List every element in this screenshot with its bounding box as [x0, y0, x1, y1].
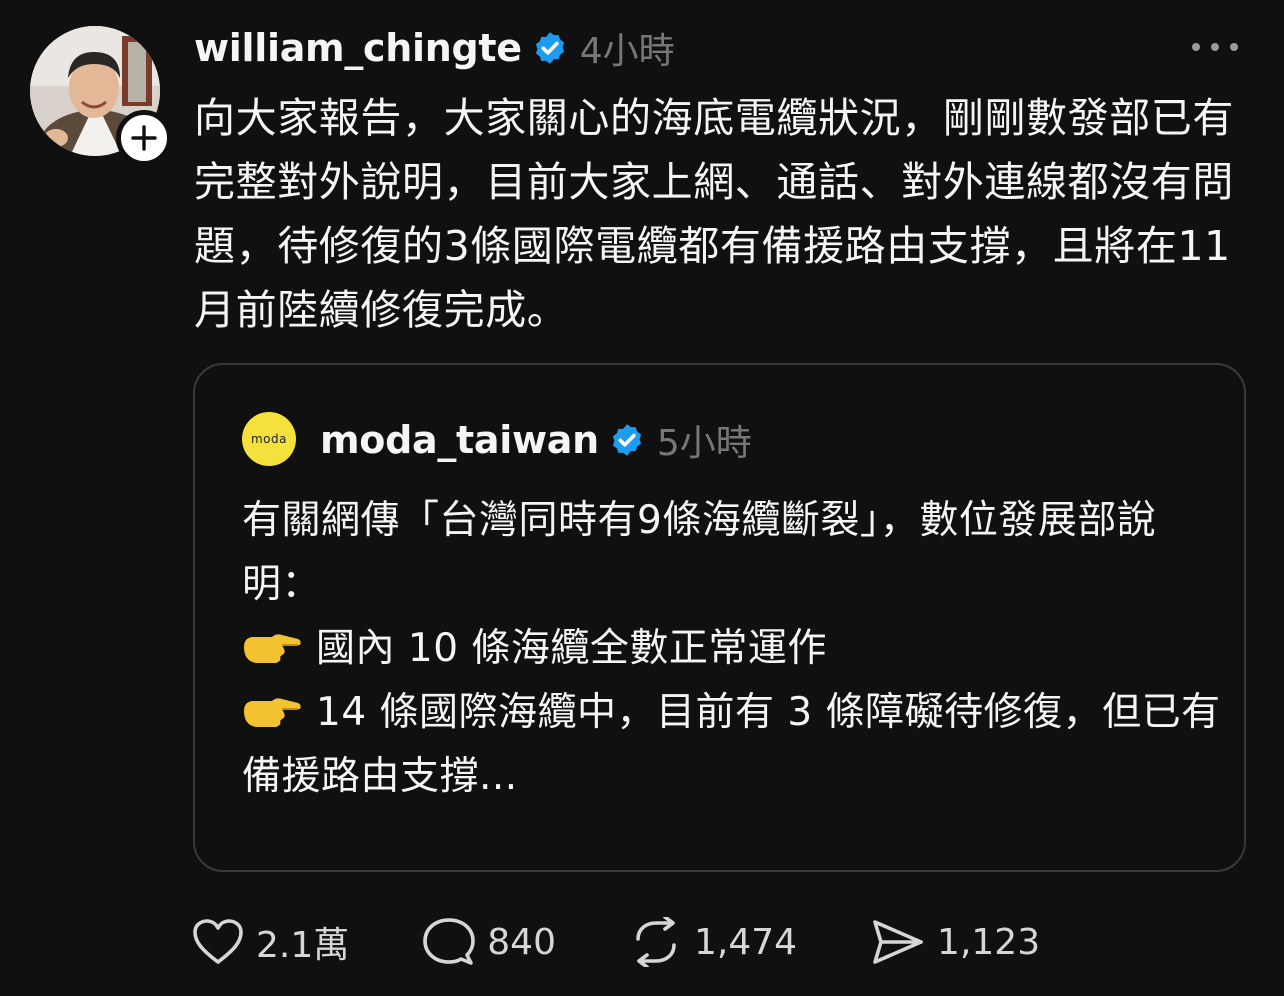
thread-post: william_chingte 4小時 向大家報告，大家關心的海底電纜狀況，剛剛… [0, 0, 1284, 996]
more-dot-icon [1192, 43, 1200, 51]
quoted-post-header: moda_taiwan 5小時 [320, 413, 752, 467]
follow-button[interactable] [116, 110, 172, 166]
post-header: william_chingte 4小時 [194, 22, 675, 74]
author-username[interactable]: william_chingte [194, 26, 522, 70]
more-options-button[interactable] [1192, 32, 1238, 62]
post-timestamp: 4小時 [579, 31, 675, 72]
plus-icon [131, 125, 157, 151]
quoted-text-line-3-content: 14 條國際海纜中，目前有 3 條障礙待修復，但已有備援路由支撐... [242, 690, 1221, 799]
send-icon [873, 920, 923, 964]
quoted-text-line-1: 有關網傳「台灣同時有9條海纜斷裂」，數位發展部說明： [242, 498, 1157, 607]
pointing-hand-icon [244, 634, 301, 663]
quoted-text-line-2: 國內 10 條海纜全數正常運作 [242, 617, 1222, 681]
quoted-author-username[interactable]: moda_taiwan [320, 418, 599, 462]
like-count: 2.1萬 [256, 925, 350, 966]
verified-badge-icon [612, 424, 641, 456]
author-avatar-container [30, 26, 172, 166]
repost-count: 1,474 [693, 921, 798, 963]
like-button[interactable]: 2.1萬 [192, 916, 349, 968]
share-count: 1,123 [937, 921, 1041, 963]
quoted-text-line-2-content: 國內 10 條海纜全數正常運作 [316, 626, 827, 671]
more-dot-icon [1230, 43, 1238, 51]
post-text: 向大家報告，大家關心的海底電纜狀況，剛剛數發部已有完整對外說明，目前大家上網、通… [194, 94, 1234, 334]
comment-bubble-icon [423, 918, 476, 965]
post-actions: 2.1萬 840 1,474 1,123 [192, 914, 1114, 970]
quoted-text-line-3: 14 條國際海纜中，目前有 3 條障礙待修復，但已有備援路由支撐... [242, 681, 1222, 809]
quoted-author-avatar[interactable]: moda [242, 412, 296, 466]
comment-button[interactable]: 840 [423, 917, 556, 967]
heart-icon [193, 919, 243, 964]
verified-badge-icon [535, 32, 564, 64]
comment-count: 840 [487, 921, 556, 963]
moda-logo-text: moda [250, 432, 287, 446]
quoted-post-timestamp: 5小時 [656, 423, 752, 464]
quoted-post-text: 有關網傳「台灣同時有9條海纜斷裂」，數位發展部說明： 國內 10 條海纜全數正常… [242, 489, 1222, 809]
share-button[interactable]: 1,123 [871, 918, 1040, 966]
repost-button[interactable]: 1,474 [630, 917, 797, 967]
more-dot-icon [1211, 43, 1219, 51]
quoted-post-card[interactable]: moda moda_taiwan 5小時 有關網傳「台灣同時有9條海纜斷裂」，數… [193, 363, 1246, 872]
pointing-hand-icon [244, 698, 301, 727]
repost-icon [636, 917, 676, 967]
